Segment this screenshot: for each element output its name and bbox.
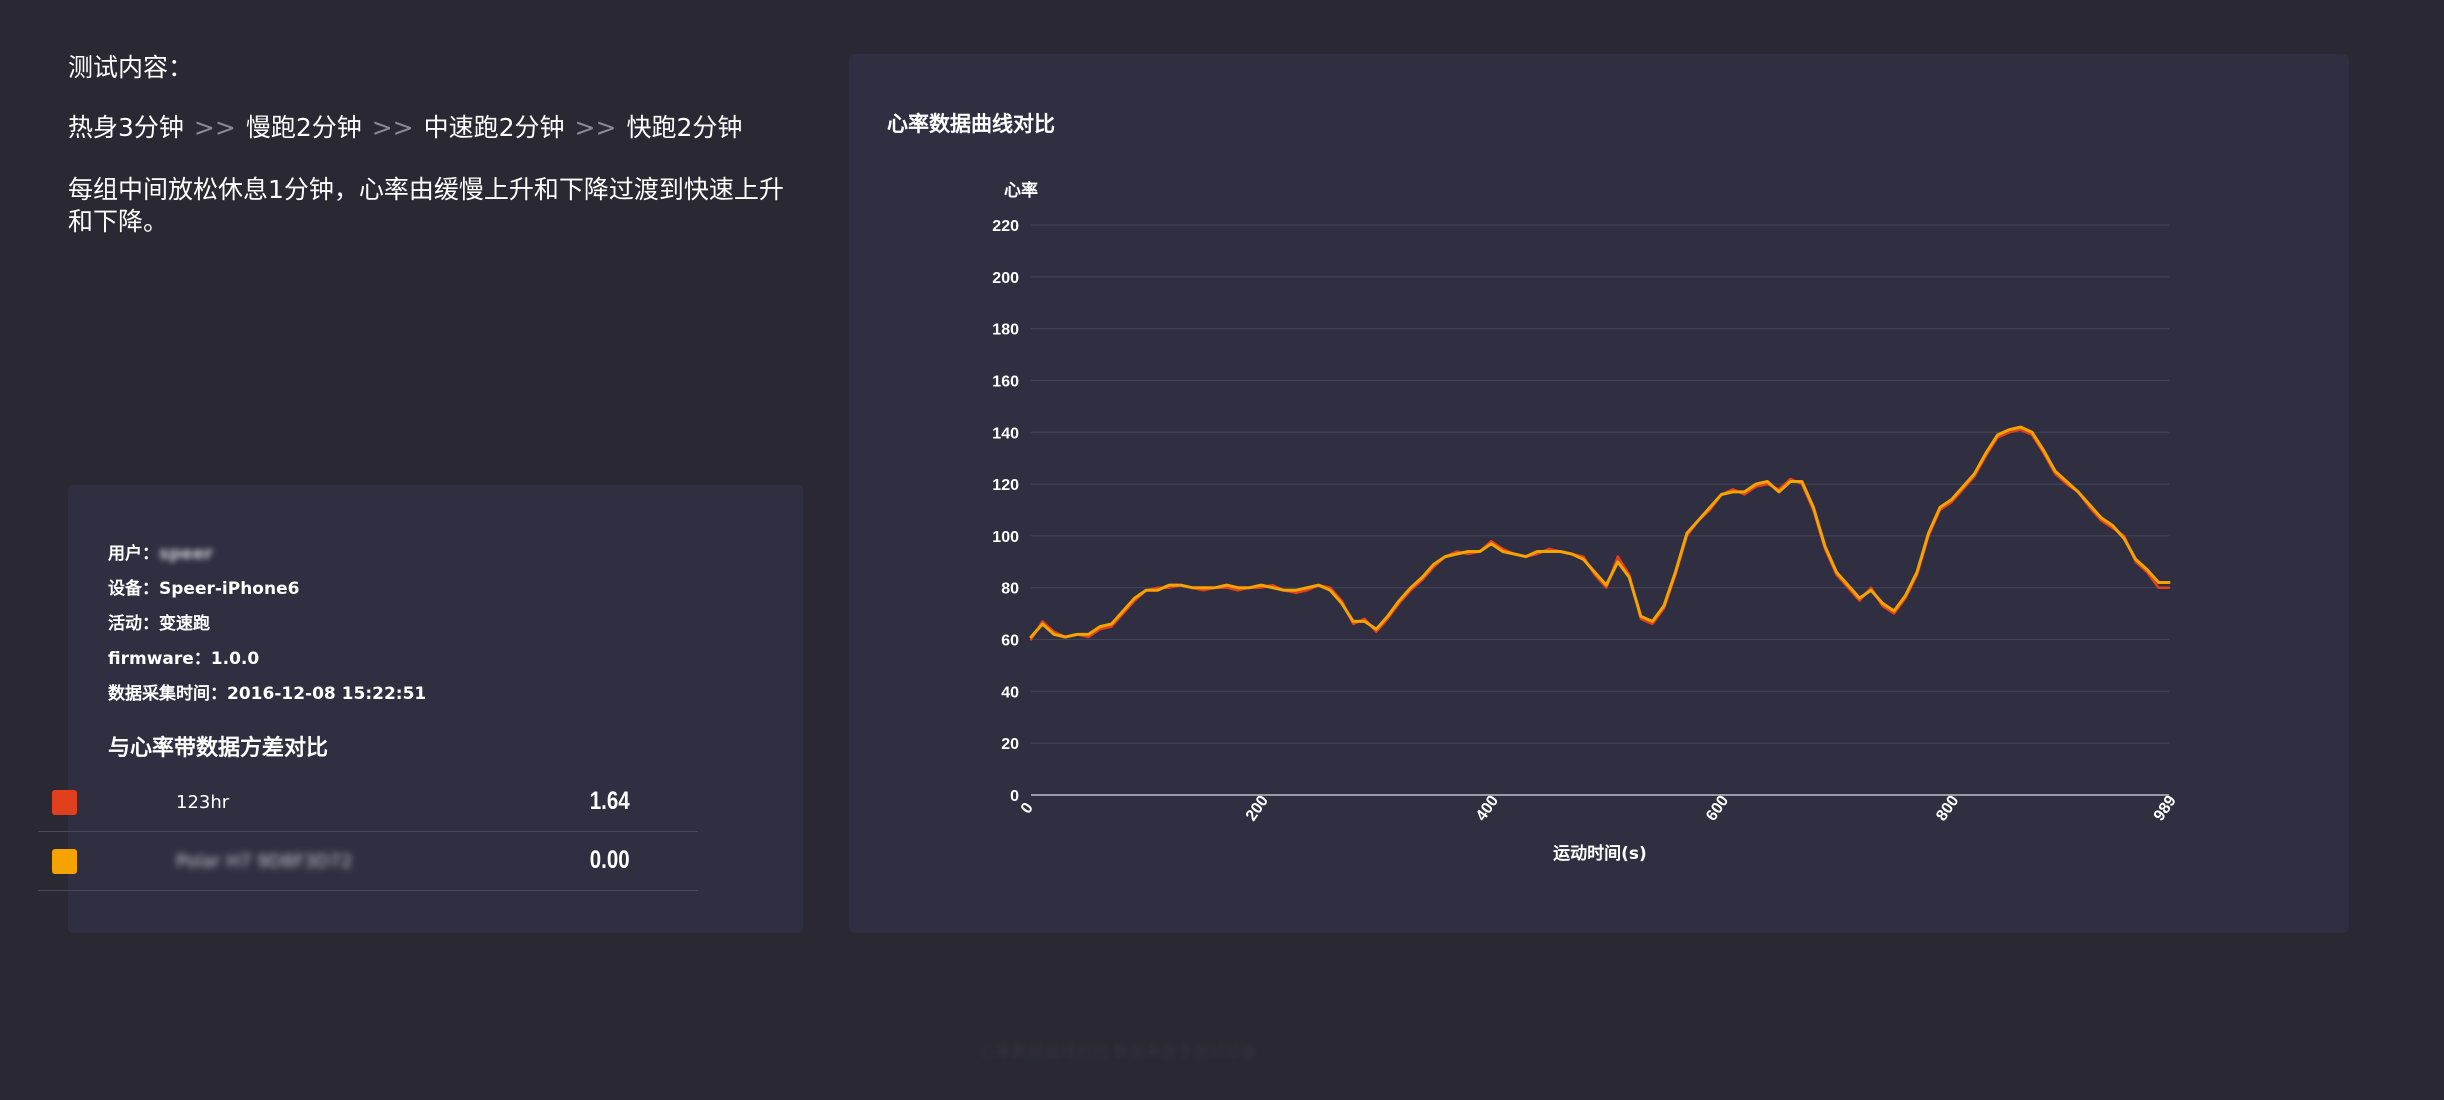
info-user-label: 用户： (108, 544, 159, 564)
comparison-title: 与心率带数据方差对比 (108, 736, 329, 761)
x-tick-label: 0 (1018, 800, 1037, 817)
info-firmware-label: firmware： (108, 649, 211, 669)
info-collect-time: 数据采集时间：2016-12-08 15:22:51 (108, 677, 426, 712)
step-separator: >> (574, 113, 617, 142)
device-info-list: 用户：speer 设备：Speer-iPhone6 活动：变速跑 firmwar… (108, 537, 426, 712)
step-jog: 慢跑2分钟 (245, 113, 362, 142)
x-tick-label: 600 (1703, 793, 1732, 825)
x-axis-label: 运动时间(s) (1553, 843, 1647, 864)
heart-rate-chart-card: 心率数据曲线对比 0 20 40 60 80 100 120 140 160 180 200 220 0… (849, 54, 2349, 933)
comparison-device-name: 123hr (176, 792, 230, 813)
y-tick-label: 200 (992, 270, 1019, 287)
info-firmware: firmware：1.0.0 (108, 642, 426, 677)
series-lines (1029, 425, 2171, 641)
test-description: 测试内容： 热身3分钟 >> 慢跑2分钟 >> 中速跑2分钟 >> 快跑2分钟 每组中间放松… (68, 52, 808, 238)
heart-rate-line-chart: 0 20 40 60 80 100 120 140 160 180 200 220 0 200 400 600… (992, 180, 2180, 864)
intro-title: 测试内容： (68, 53, 194, 82)
step-fast-run: 快跑2分钟 (626, 113, 743, 142)
info-user: 用户：speer (108, 537, 426, 572)
comparison-row: 123hr 1.64 (38, 775, 698, 832)
x-tick-label: 200 (1243, 793, 1272, 825)
step-warmup: 热身3分钟 (68, 113, 184, 142)
info-activity-value: 变速跑 (159, 614, 210, 634)
x-tick-label: 400 (1473, 793, 1502, 825)
comparison-variance-value: 0.00 (590, 846, 630, 874)
intro-description: 每组中间放松休息1分钟，心率由缓慢上升和下降过渡到快速上升和下降。 (68, 175, 784, 236)
info-device-value: Speer-iPhone6 (159, 579, 300, 599)
comparison-device-name: Polar H7 9D8F3D72 (176, 851, 353, 872)
step-separator: >> (371, 113, 414, 142)
y-tick-label: 80 (1001, 581, 1019, 598)
y-tick-label: 100 (992, 529, 1019, 546)
y-tick-label: 60 (1001, 633, 1019, 650)
info-time-label: 数据采集时间： (108, 684, 227, 704)
info-device-label: 设备： (108, 579, 159, 599)
footer-note: 心率数据曲线对比 数据来源于测试设备 (980, 1042, 1258, 1061)
series-color-swatch (52, 790, 77, 815)
comparison-variance-value: 1.64 (590, 787, 630, 815)
series-color-swatch (52, 849, 77, 874)
x-tick-label: 989 (2151, 793, 2180, 825)
tick-labels: 0 20 40 60 80 100 120 140 160 180 200 220 0 200 400 600… (992, 180, 2180, 864)
step-mid-run: 中速跑2分钟 (423, 113, 565, 142)
y-tick-label: 180 (992, 322, 1019, 339)
y-tick-label: 40 (1001, 684, 1019, 701)
info-activity-label: 活动： (108, 614, 159, 634)
grid-lines (1031, 224, 2169, 744)
y-tick-label: 160 (992, 373, 1019, 390)
series-line-polar-h7 (1029, 425, 2171, 639)
y-tick-label: 120 (992, 477, 1019, 494)
y-tick-label: 0 (1010, 788, 1019, 805)
y-tick-label: 20 (1001, 736, 1019, 753)
info-user-value: speer (159, 544, 213, 564)
y-tick-label: 140 (992, 425, 1019, 442)
intro-steps: 热身3分钟 >> 慢跑2分钟 >> 中速跑2分钟 >> 快跑2分钟 (68, 112, 808, 144)
series-line-123hr (1029, 428, 2171, 641)
comparison-row: Polar H7 9D8F3D72 0.00 (38, 834, 698, 891)
x-tick-label: 800 (1933, 793, 1962, 825)
info-activity: 活动：变速跑 (108, 607, 426, 642)
info-device: 设备：Speer-iPhone6 (108, 572, 426, 607)
info-time-value: 2016-12-08 15:22:51 (227, 684, 427, 704)
step-separator: >> (193, 113, 236, 142)
info-firmware-value: 1.0.0 (210, 649, 260, 669)
y-tick-label: 220 (992, 218, 1019, 235)
y-axis-label: 心率 (1004, 180, 1038, 201)
